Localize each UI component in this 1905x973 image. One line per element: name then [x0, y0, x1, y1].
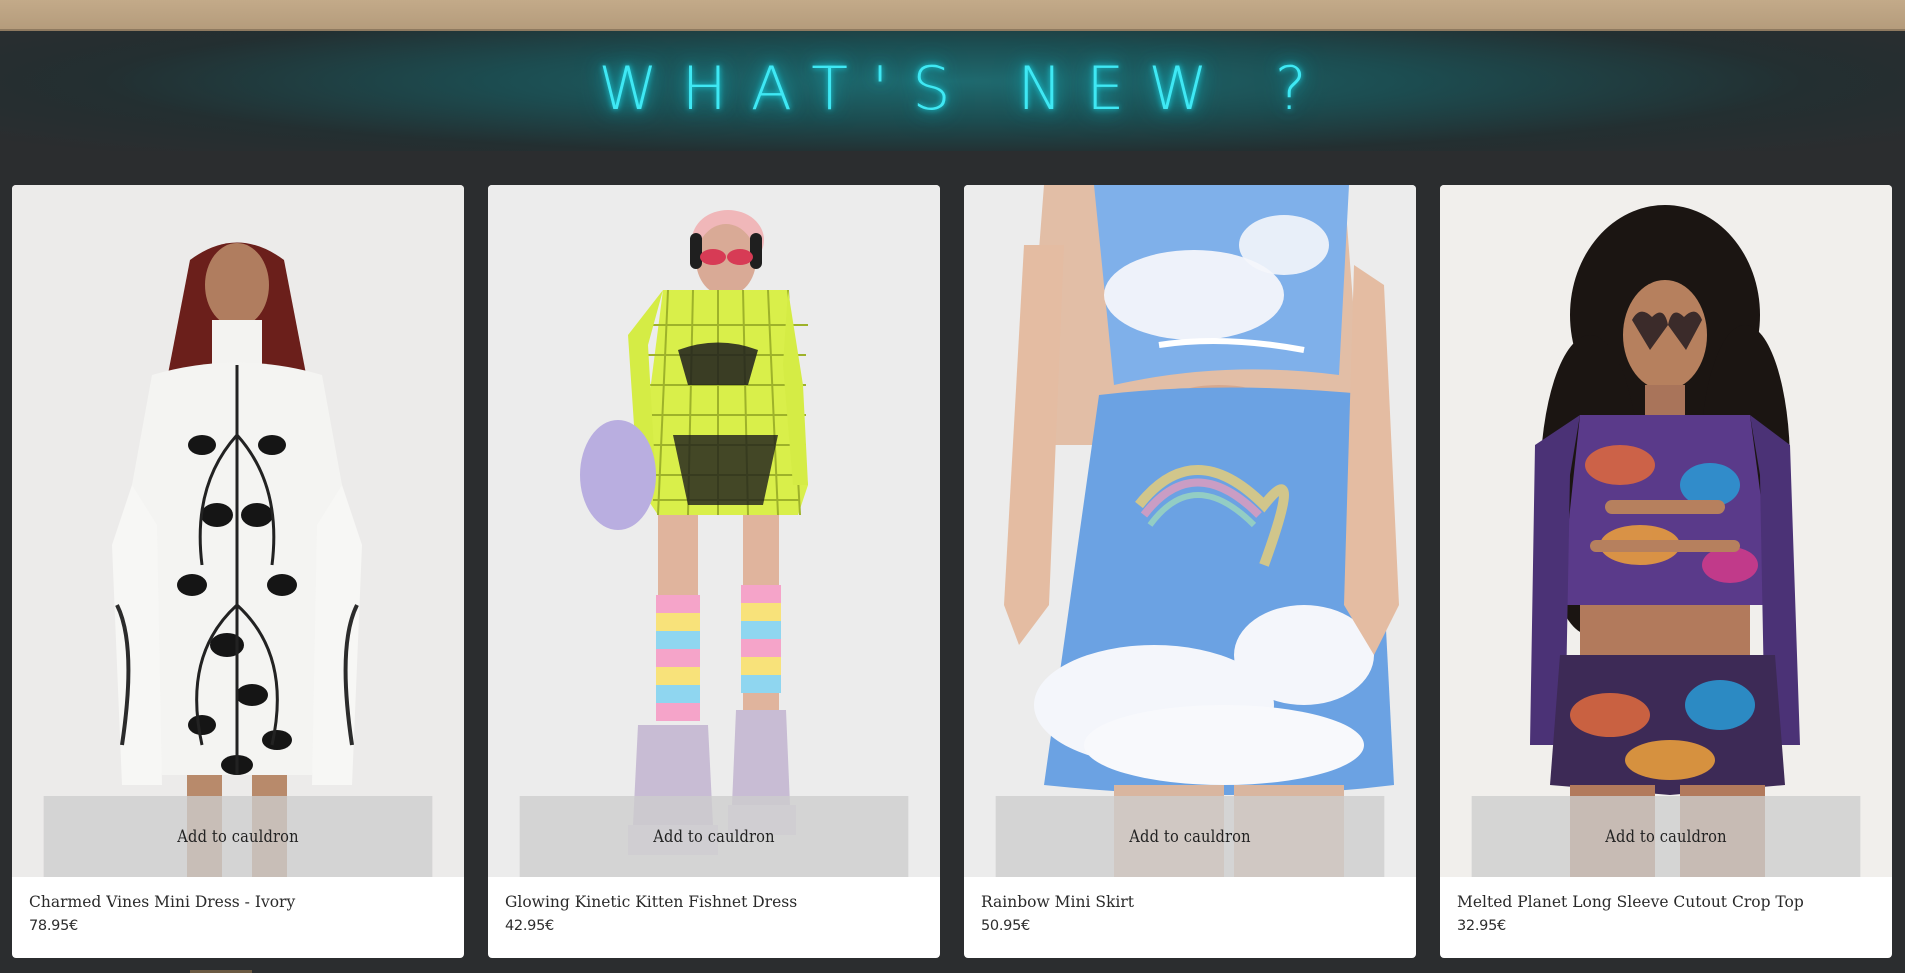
add-to-cart-button[interactable]: Add to cauldron [995, 796, 1385, 877]
hero-banner: WHAT'S NEW ? [0, 31, 1905, 151]
page-bottom-edge [0, 968, 1905, 973]
product-name[interactable]: Rainbow Mini Skirt [981, 892, 1401, 912]
product-image[interactable]: Add to cauldron [1440, 185, 1892, 877]
skirt-photo-icon [964, 185, 1416, 877]
product-price: 42.95€ [505, 918, 554, 934]
product-name[interactable]: Melted Planet Long Sleeve Cutout Crop To… [1457, 892, 1877, 912]
add-to-cart-button[interactable]: Add to cauldron [519, 796, 909, 877]
product-card[interactable]: Add to cauldron Rainbow Mini Skirt 50.95… [964, 185, 1416, 958]
product-price: 32.95€ [1457, 918, 1506, 934]
product-name[interactable]: Glowing Kinetic Kitten Fishnet Dress [505, 892, 925, 912]
crop-top-photo-icon [1440, 185, 1892, 877]
product-price: 78.95€ [29, 918, 78, 934]
add-to-cart-button[interactable]: Add to cauldron [1471, 796, 1861, 877]
product-info: Charmed Vines Mini Dress - Ivory 78.95€ [29, 892, 449, 935]
product-info: Melted Planet Long Sleeve Cutout Crop To… [1457, 892, 1877, 935]
product-grid: Add to cauldron Charmed Vines Mini Dress… [12, 185, 1892, 958]
product-name[interactable]: Charmed Vines Mini Dress - Ivory [29, 892, 449, 912]
product-card[interactable]: Add to cauldron Charmed Vines Mini Dress… [12, 185, 464, 958]
product-info: Glowing Kinetic Kitten Fishnet Dress 42.… [505, 892, 925, 935]
dress-photo-icon [488, 185, 940, 877]
top-strip [0, 0, 1905, 31]
product-card[interactable]: Add to cauldron Glowing Kinetic Kitten F… [488, 185, 940, 958]
product-price: 50.95€ [981, 918, 1030, 934]
page-title: WHAT'S NEW ? [598, 54, 1331, 124]
product-image[interactable]: Add to cauldron [964, 185, 1416, 877]
product-info: Rainbow Mini Skirt 50.95€ [981, 892, 1401, 935]
add-to-cart-button[interactable]: Add to cauldron [43, 796, 433, 877]
product-image[interactable]: Add to cauldron [488, 185, 940, 877]
product-image[interactable]: Add to cauldron [12, 185, 464, 877]
product-card[interactable]: Add to cauldron Melted Planet Long Sleev… [1440, 185, 1892, 958]
dress-photo-icon [12, 185, 464, 877]
